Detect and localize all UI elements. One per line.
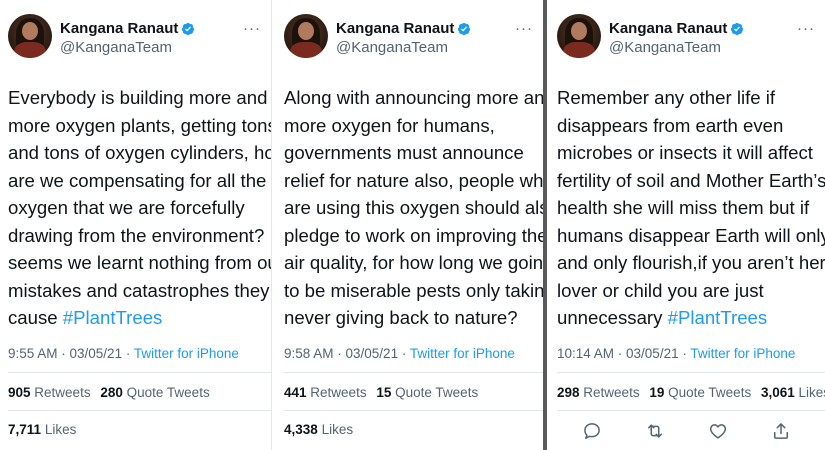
tweet-meta: 10:14 AM · 03/05/21 · Twitter for iPhone	[557, 346, 795, 361]
reply-icon[interactable]	[582, 421, 602, 441]
likes-link[interactable]: 7,711 Likes	[8, 422, 76, 437]
panel-separator	[271, 0, 274, 450]
author-name[interactable]: Kangana Ranaut	[336, 20, 454, 37]
author-name[interactable]: Kangana Ranaut	[609, 20, 727, 37]
tweet-header: Kangana Ranaut @KanganaTeam ···	[284, 14, 535, 62]
tweet-text: Along with announcing more and more oxyg…	[284, 84, 543, 332]
verified-badge-icon	[731, 22, 744, 35]
tweet-meta: 9:58 AM · 03/05/21 · Twitter for iPhone	[284, 346, 515, 361]
author-name-row[interactable]: Kangana Ranaut	[336, 20, 471, 37]
tweet-meta: 9:55 AM · 03/05/21 · Twitter for iPhone	[8, 346, 239, 361]
tweet-line: pledge to work on improving the	[284, 224, 543, 246]
author-name-row[interactable]: Kangana Ranaut	[60, 20, 195, 37]
tweet-line: Along with announcing more and	[284, 87, 543, 108]
tweet-line: seems we learnt nothing from our	[8, 252, 271, 273]
more-icon[interactable]: ···	[515, 20, 533, 37]
divider	[284, 372, 543, 373]
author-name[interactable]: Kangana Ranaut	[60, 20, 178, 37]
author-handle[interactable]: @KanganaTeam	[609, 39, 721, 56]
like-icon[interactable]	[708, 421, 728, 441]
tweet-line: are we compensating for all the	[8, 169, 267, 191]
divider	[8, 410, 271, 411]
divider	[8, 372, 271, 373]
engagement-stats: 298 Retweets 19 Quote Tweets 3,061 Likes	[557, 385, 825, 400]
quote-tweets-link[interactable]: 280 Quote Tweets	[100, 385, 209, 400]
tweet-card-2: Kangana Ranaut @KanganaTeam ··· Along wi…	[276, 0, 543, 450]
tweet-line: Remember any other life if	[557, 87, 776, 108]
quote-tweets-link[interactable]: 15 Quote Tweets	[376, 385, 478, 400]
tweet-header: Kangana Ranaut @KanganaTeam ···	[557, 14, 817, 62]
tweet-text: Remember any other life if disappears fr…	[557, 84, 825, 332]
tweet-line: oxygen that we are forcefully	[8, 197, 245, 218]
tweet-line: microbes or insects it will affect	[557, 142, 813, 163]
retweets-count-link[interactable]: 441 Retweets	[284, 385, 367, 400]
retweet-icon[interactable]	[645, 421, 665, 441]
tweet-line: Everybody is building more and	[8, 87, 268, 108]
avatar[interactable]	[8, 14, 52, 58]
tweet-card-3: Kangana Ranaut @KanganaTeam ··· Remember…	[549, 0, 825, 450]
hashtag-link[interactable]: #PlantTrees	[63, 307, 163, 328]
tweet-line: and tons of oxygen cylinders, how	[8, 142, 271, 163]
divider	[557, 372, 825, 373]
likes-link[interactable]: 4,338 Likes	[284, 422, 353, 437]
tweet-line: mistakes and catastrophes they	[8, 279, 270, 301]
tweet-line: health she will miss them but if	[557, 197, 810, 218]
tweet-line: never giving back to nature?	[284, 307, 518, 328]
tweet-line: governments must announce	[284, 142, 524, 163]
tweet-source-link[interactable]: Twitter for iPhone	[690, 346, 795, 361]
more-icon[interactable]: ···	[797, 20, 815, 37]
panel-separator	[543, 0, 547, 450]
retweets-count-link[interactable]: 298 Retweets	[557, 385, 640, 400]
tweet-header: Kangana Ranaut @KanganaTeam ···	[8, 14, 263, 62]
more-icon[interactable]: ···	[243, 20, 261, 37]
avatar[interactable]	[557, 14, 601, 58]
divider	[557, 410, 825, 411]
tweet-line: more oxygen for humans,	[284, 114, 495, 136]
verified-badge-icon	[182, 22, 195, 35]
quote-tweets-link[interactable]: 19 Quote Tweets	[649, 385, 751, 400]
tweet-line: and only flourish,if you aren’t her	[557, 252, 825, 273]
tweet-line: fertility of soil and Mother Earth’s	[557, 169, 825, 191]
tweet-line: are using this oxygen should also	[284, 197, 543, 218]
tweet-timestamp[interactable]: 10:14 AM · 03/05/21 ·	[557, 346, 690, 361]
retweets-count-link[interactable]: 905 Retweets	[8, 385, 91, 400]
author-handle[interactable]: @KanganaTeam	[60, 39, 172, 56]
tweet-text: Everybody is building more and more oxyg…	[8, 84, 271, 332]
tweet-line: disappears from earth even	[557, 114, 784, 136]
likes-link[interactable]: 3,061 Likes	[761, 385, 825, 400]
author-handle[interactable]: @KanganaTeam	[336, 39, 448, 56]
avatar[interactable]	[284, 14, 328, 58]
share-icon[interactable]	[771, 421, 791, 441]
tweet-line: drawing from the environment? It	[8, 224, 271, 246]
tweet-timestamp[interactable]: 9:55 AM · 03/05/21 ·	[8, 346, 134, 361]
tweet-line: unnecessary	[557, 307, 663, 328]
verified-badge-icon	[458, 22, 471, 35]
tweet-source-link[interactable]: Twitter for iPhone	[410, 346, 515, 361]
hashtag-link[interactable]: #PlantTrees	[668, 307, 768, 328]
tweet-line: more oxygen plants, getting tons	[8, 114, 271, 136]
tweet-line: lover or child you are just	[557, 279, 764, 301]
tweet-line: relief for nature also, people who	[284, 169, 543, 191]
tweet-line: to be miserable pests only taking	[284, 279, 543, 301]
action-bar	[549, 421, 825, 441]
tweet-line: cause	[8, 307, 58, 328]
tweet-line: air quality, for how long we going	[284, 252, 543, 273]
tweet-line: humans disappear Earth will only	[557, 224, 825, 246]
tweet-card-1: Kangana Ranaut @KanganaTeam ··· Everybod…	[0, 0, 271, 450]
engagement-stats: 905 Retweets 280 Quote Tweets	[8, 385, 210, 400]
author-name-row[interactable]: Kangana Ranaut	[609, 20, 744, 37]
tweet-timestamp[interactable]: 9:58 AM · 03/05/21 ·	[284, 346, 410, 361]
tweet-source-link[interactable]: Twitter for iPhone	[134, 346, 239, 361]
divider	[284, 410, 543, 411]
engagement-stats: 441 Retweets 15 Quote Tweets	[284, 385, 478, 400]
